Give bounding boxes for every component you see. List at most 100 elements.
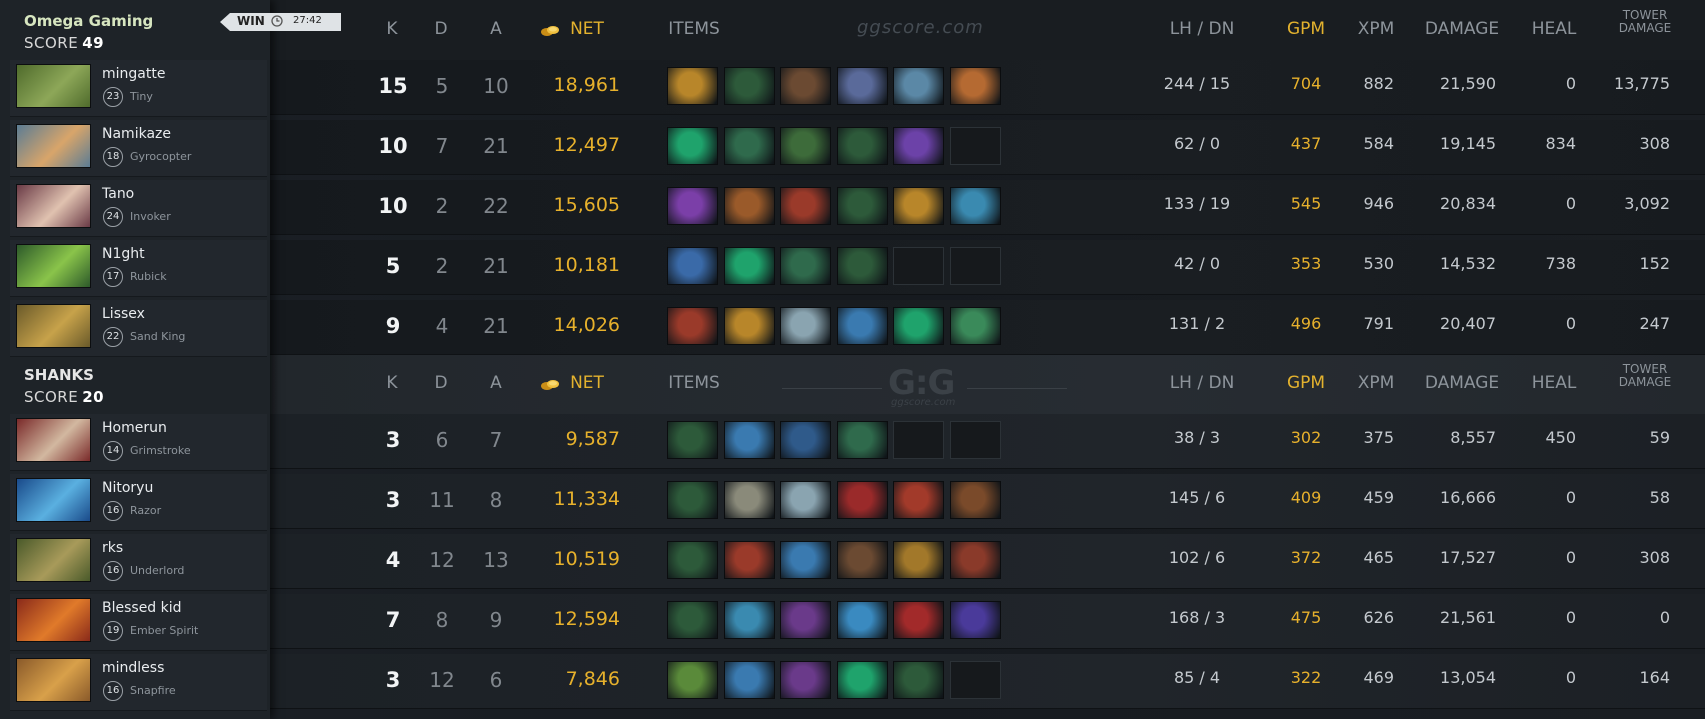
player-name[interactable]: Lissex <box>102 306 145 322</box>
item-slot[interactable] <box>893 601 944 639</box>
player-name[interactable]: Tano <box>102 186 134 202</box>
item-slot[interactable] <box>723 127 775 165</box>
player-name[interactable]: Homerun <box>102 420 167 436</box>
item-slot[interactable] <box>836 127 888 165</box>
tower-damage-value: 152 <box>1639 254 1670 273</box>
item-slot[interactable] <box>893 307 944 345</box>
empty-item-slot[interactable] <box>949 127 1001 165</box>
item-slot[interactable] <box>893 661 944 699</box>
player-card[interactable]: mindless 16 Snapfire <box>10 654 267 711</box>
player-card[interactable]: Tano 24 Invoker <box>10 180 267 237</box>
item-slot[interactable] <box>667 601 718 639</box>
item-slot[interactable] <box>723 661 775 699</box>
team-name: Omega Gaming <box>24 12 154 30</box>
xpm-value: 584 <box>1363 134 1394 153</box>
player-name[interactable]: mingatte <box>102 66 165 82</box>
player-card[interactable]: Nitoryu 16 Razor <box>10 474 267 531</box>
item-slot[interactable] <box>780 481 831 519</box>
item-slot[interactable] <box>780 601 831 639</box>
player-name[interactable]: Namikaze <box>102 126 171 142</box>
item-slot[interactable] <box>667 541 718 579</box>
player-card[interactable]: Blessed kid 19 Ember Spirit <box>10 594 267 651</box>
tower-damage-value: 308 <box>1639 134 1670 153</box>
item-slot[interactable] <box>667 307 718 345</box>
item-slot[interactable] <box>667 421 718 459</box>
item-slot[interactable] <box>893 127 944 165</box>
item-slot[interactable] <box>836 661 888 699</box>
item-slot[interactable] <box>723 67 775 105</box>
tower-damage-value: 58 <box>1649 488 1670 507</box>
empty-item-slot[interactable] <box>949 421 1001 459</box>
item-slot[interactable] <box>836 421 888 459</box>
item-slot[interactable] <box>667 481 718 519</box>
item-slot[interactable] <box>836 307 888 345</box>
item-slot[interactable] <box>667 127 718 165</box>
player-name[interactable]: mindless <box>102 660 164 676</box>
item-slot[interactable] <box>949 481 1001 519</box>
item-slot[interactable] <box>667 187 718 225</box>
empty-item-slot[interactable] <box>949 661 1001 699</box>
item-slot[interactable] <box>780 307 831 345</box>
deaths-value: 2 <box>435 254 449 278</box>
deaths-value: 2 <box>435 194 449 218</box>
item-slot[interactable] <box>667 247 718 285</box>
player-card[interactable]: Lissex 22 Sand King <box>10 300 267 357</box>
item-slot[interactable] <box>893 481 944 519</box>
item-slot[interactable] <box>780 421 831 459</box>
item-slot[interactable] <box>667 661 718 699</box>
empty-item-slot[interactable] <box>893 421 944 459</box>
item-slot[interactable] <box>780 127 831 165</box>
item-slot[interactable] <box>949 601 1001 639</box>
row-separator <box>270 528 1705 529</box>
player-name[interactable]: Nitoryu <box>102 480 153 496</box>
player-name[interactable]: N1ght <box>102 246 145 262</box>
player-name[interactable]: Blessed kid <box>102 600 182 616</box>
header-xpm: XPM <box>1357 19 1395 39</box>
item-slot[interactable] <box>780 541 831 579</box>
player-card[interactable]: Namikaze 18 Gyrocopter <box>10 120 267 177</box>
player-name[interactable]: rks <box>102 540 123 556</box>
player-card[interactable]: N1ght 17 Rubick <box>10 240 267 297</box>
item-slot[interactable] <box>723 247 775 285</box>
header-net: NET <box>570 19 604 39</box>
item-slot[interactable] <box>780 67 831 105</box>
item-slot[interactable] <box>949 307 1001 345</box>
item-slot[interactable] <box>836 601 888 639</box>
player-card[interactable]: rks 16 Underlord <box>10 534 267 591</box>
last-hits-denies: 42 / 0 <box>1173 254 1221 273</box>
item-slot[interactable] <box>780 187 831 225</box>
empty-item-slot[interactable] <box>893 247 944 285</box>
item-slot[interactable] <box>723 307 775 345</box>
item-slot[interactable] <box>723 481 775 519</box>
hero-portrait <box>16 64 91 108</box>
item-slot[interactable] <box>723 187 775 225</box>
item-slot[interactable] <box>836 541 888 579</box>
item-slot[interactable] <box>836 67 888 105</box>
item-slot[interactable] <box>780 247 831 285</box>
tower-damage-value: 164 <box>1639 668 1670 687</box>
player-card[interactable]: Homerun 14 Grimstroke <box>10 414 267 471</box>
tower-damage-value: 247 <box>1639 314 1670 333</box>
heal-value: 0 <box>1565 194 1576 213</box>
gpm-value: 704 <box>1290 74 1322 93</box>
item-slot[interactable] <box>893 187 944 225</box>
item-slot[interactable] <box>723 421 775 459</box>
player-card[interactable]: mingatte 23 Tiny <box>10 60 267 117</box>
item-slot[interactable] <box>949 67 1001 105</box>
item-slot[interactable] <box>949 187 1001 225</box>
item-slot[interactable] <box>780 661 831 699</box>
empty-item-slot[interactable] <box>949 247 1001 285</box>
item-slot[interactable] <box>836 481 888 519</box>
item-slot[interactable] <box>949 541 1001 579</box>
item-slot[interactable] <box>723 541 775 579</box>
item-slot[interactable] <box>893 67 944 105</box>
hero-portrait <box>16 244 91 288</box>
item-slot[interactable] <box>723 601 775 639</box>
item-slot[interactable] <box>667 67 718 105</box>
row-separator <box>270 354 1705 355</box>
hero-level-badge: 17 <box>103 267 123 287</box>
item-slot[interactable] <box>893 541 944 579</box>
item-slot[interactable] <box>836 187 888 225</box>
item-slot[interactable] <box>836 247 888 285</box>
tower-damage-value: 13,775 <box>1614 74 1670 93</box>
